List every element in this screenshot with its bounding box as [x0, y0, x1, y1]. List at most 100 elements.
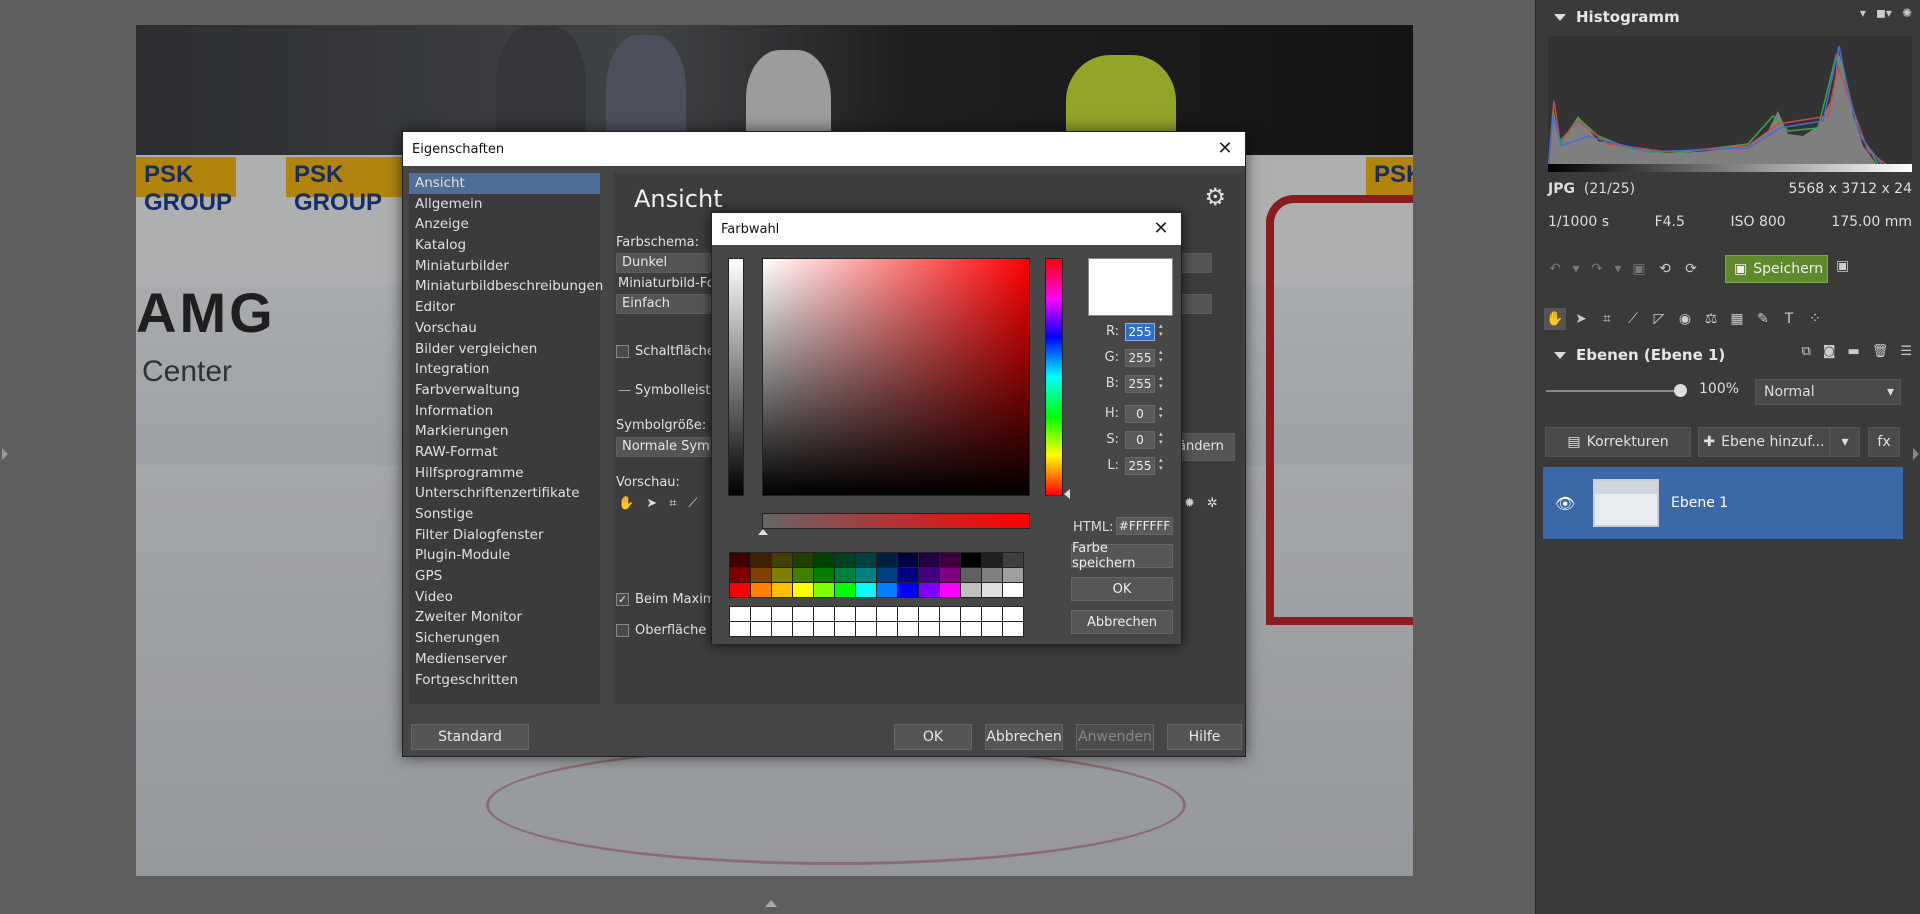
- corrections-button[interactable]: ▤ Korrekturen: [1545, 427, 1691, 457]
- custom-color-swatch[interactable]: [898, 607, 918, 621]
- color-swatch[interactable]: [835, 568, 855, 582]
- l-spinner[interactable]: ▴ ▾: [1159, 456, 1169, 472]
- color-swatch[interactable]: [877, 553, 897, 567]
- nav-item[interactable]: Katalog: [409, 235, 600, 256]
- color-swatch[interactable]: [772, 583, 792, 597]
- l-input[interactable]: 255: [1125, 457, 1155, 475]
- histogram-options-icon[interactable]: ▾: [1860, 6, 1866, 20]
- color-swatch[interactable]: [730, 568, 750, 582]
- custom-color-swatch[interactable]: [793, 622, 813, 636]
- blend-mode-select[interactable]: Normal ▾: [1755, 379, 1901, 405]
- color-swatch[interactable]: [982, 553, 1002, 567]
- camera-icon[interactable]: ◼▾: [1876, 6, 1892, 20]
- color-swatch[interactable]: [814, 583, 834, 597]
- cancel-button[interactable]: Abbrechen: [1071, 610, 1173, 634]
- html-input[interactable]: #FFFFFF: [1116, 517, 1173, 535]
- transform-icon[interactable]: ▦: [1726, 308, 1748, 330]
- nav-item[interactable]: Unterschriftenzertifikate: [409, 483, 600, 504]
- mask-icon[interactable]: ◙: [1823, 344, 1836, 359]
- cancel-button[interactable]: Abbrechen: [985, 724, 1063, 750]
- farbschema-select[interactable]: Dunkel: [616, 253, 711, 273]
- custom-color-swatch[interactable]: [877, 622, 897, 636]
- custom-color-swatch[interactable]: [877, 607, 897, 621]
- color-swatch[interactable]: [940, 553, 960, 567]
- save-copy-icon[interactable]: ▣: [1836, 258, 1856, 278]
- nav-item[interactable]: Bilder vergleichen: [409, 339, 600, 360]
- nav-item[interactable]: Hilfsprogramme: [409, 463, 600, 484]
- r-input[interactable]: 255: [1125, 323, 1155, 341]
- nav-item[interactable]: Editor: [409, 297, 600, 318]
- custom-color-swatch[interactable]: [982, 622, 1002, 636]
- r-spinner[interactable]: ▴ ▾: [1159, 322, 1169, 338]
- rotate-right-icon[interactable]: ⟳: [1680, 258, 1702, 280]
- h-spinner[interactable]: ▴ ▾: [1159, 404, 1169, 420]
- color-swatch[interactable]: [1003, 553, 1023, 567]
- image-icon[interactable]: ▣: [1628, 258, 1650, 280]
- custom-color-swatch[interactable]: [772, 607, 792, 621]
- nav-item[interactable]: GPS: [409, 566, 600, 587]
- text-icon[interactable]: T: [1778, 308, 1800, 330]
- color-swatch[interactable]: [919, 583, 939, 597]
- color-swatch[interactable]: [793, 583, 813, 597]
- nav-item[interactable]: Video: [409, 587, 600, 608]
- duplicate-layer-icon[interactable]: ⧉: [1802, 344, 1811, 359]
- custom-color-swatch[interactable]: [835, 622, 855, 636]
- custom-color-swatch[interactable]: [751, 607, 771, 621]
- custom-color-swatch[interactable]: [772, 622, 792, 636]
- nav-item[interactable]: Plugin-Module: [409, 545, 600, 566]
- hue-slider[interactable]: [1045, 258, 1063, 496]
- custom-color-swatch[interactable]: [961, 607, 981, 621]
- ok-button[interactable]: OK: [894, 724, 972, 750]
- custom-color-swatch[interactable]: [793, 607, 813, 621]
- rotate-left-icon[interactable]: ⟲: [1654, 258, 1676, 280]
- dialog-titlebar[interactable]: Eigenschaften ✕: [403, 132, 1245, 166]
- menu-icon[interactable]: ☰: [1900, 344, 1912, 359]
- alpha-slider[interactable]: [762, 513, 1030, 529]
- color-swatch[interactable]: [772, 553, 792, 567]
- bottom-panel-toggle[interactable]: [765, 900, 777, 907]
- nav-item[interactable]: Vorschau: [409, 318, 600, 339]
- apply-button[interactable]: Anwenden: [1076, 724, 1154, 750]
- nav-item[interactable]: Sicherungen: [409, 628, 600, 649]
- symbolgroesse-select[interactable]: Normale Symb: [616, 437, 711, 457]
- color-swatch[interactable]: [919, 553, 939, 567]
- custom-color-swatch[interactable]: [940, 607, 960, 621]
- color-swatch[interactable]: [856, 553, 876, 567]
- custom-color-swatch[interactable]: [856, 607, 876, 621]
- b-input[interactable]: 255: [1125, 375, 1155, 393]
- redo-dropdown-icon[interactable]: ▾: [1612, 258, 1624, 280]
- straighten-icon[interactable]: ⟋: [1622, 308, 1644, 330]
- standard-button[interactable]: Standard: [411, 724, 529, 750]
- s-input[interactable]: 0: [1125, 431, 1155, 449]
- custom-color-swatch[interactable]: [961, 622, 981, 636]
- custom-color-swatch[interactable]: [814, 607, 834, 621]
- custom-color-swatch[interactable]: [1003, 622, 1023, 636]
- custom-color-swatch[interactable]: [856, 622, 876, 636]
- color-swatch[interactable]: [772, 568, 792, 582]
- pointer-icon[interactable]: ➤: [1570, 308, 1592, 330]
- brightness-strip[interactable]: [728, 258, 744, 496]
- hue-handle[interactable]: [1064, 489, 1070, 499]
- color-swatch[interactable]: [856, 568, 876, 582]
- color-swatch[interactable]: [730, 553, 750, 567]
- nav-item[interactable]: Sonstige: [409, 504, 600, 525]
- alpha-handle[interactable]: [758, 529, 768, 535]
- crop-icon[interactable]: ⌗: [1596, 308, 1618, 330]
- color-swatch[interactable]: [877, 568, 897, 582]
- nav-item[interactable]: Information: [409, 401, 600, 422]
- color-swatch[interactable]: [730, 583, 750, 597]
- color-swatch[interactable]: [961, 553, 981, 567]
- save-color-button[interactable]: Farbe speichern: [1071, 541, 1173, 571]
- color-swatch[interactable]: [982, 583, 1002, 597]
- color-swatch[interactable]: [1003, 568, 1023, 582]
- save-button[interactable]: ▣ Speichern: [1725, 255, 1828, 283]
- custom-color-swatch[interactable]: [751, 622, 771, 636]
- nav-item[interactable]: Markierungen: [409, 421, 600, 442]
- collapse-icon[interactable]: [1554, 13, 1566, 21]
- h-input[interactable]: 0: [1125, 405, 1155, 423]
- nav-item[interactable]: Medienserver: [409, 649, 600, 670]
- nav-item[interactable]: Integration: [409, 359, 600, 380]
- undo-dropdown-icon[interactable]: ▾: [1570, 258, 1582, 280]
- redo-icon[interactable]: ↷: [1586, 258, 1608, 280]
- b-spinner[interactable]: ▴ ▾: [1159, 374, 1169, 390]
